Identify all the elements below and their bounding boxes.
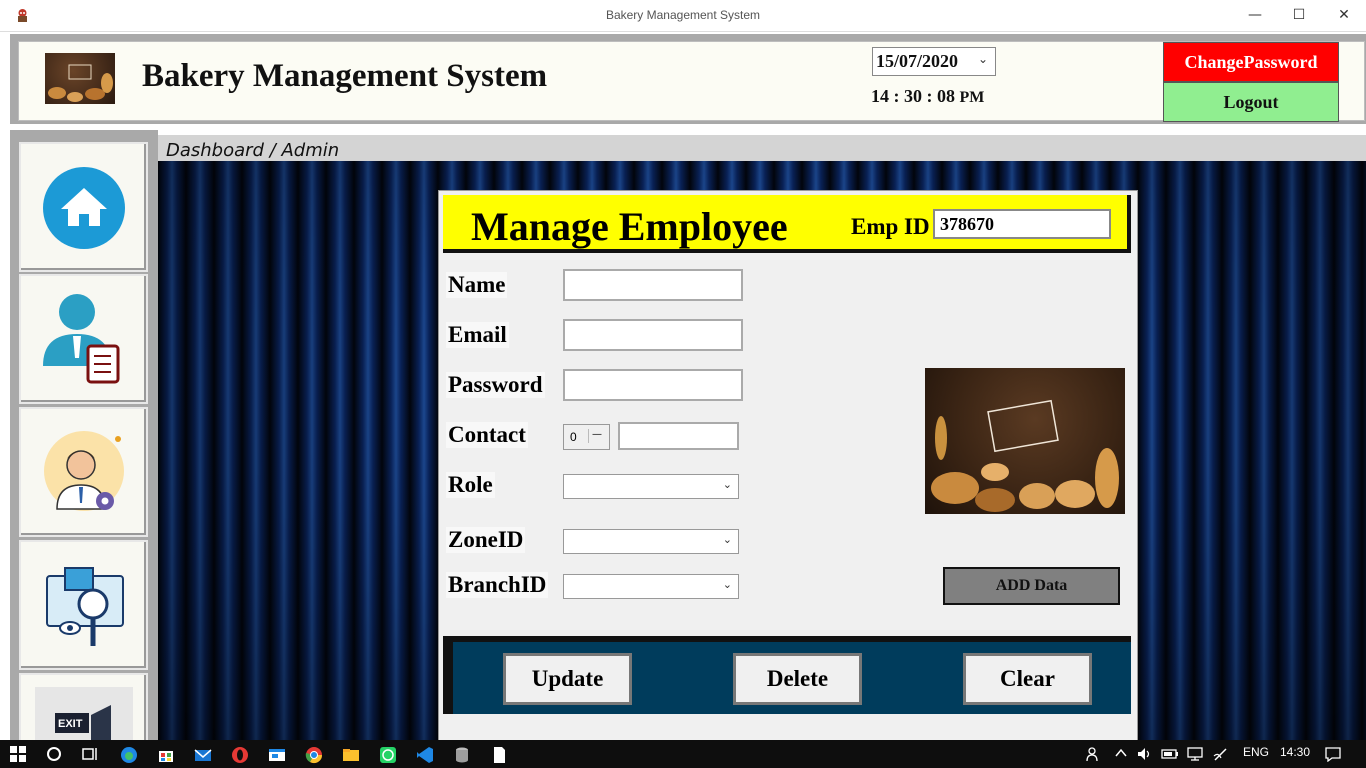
notification-icon[interactable]	[1324, 746, 1342, 766]
volume-icon[interactable]	[1136, 746, 1152, 766]
emp-id-label: Emp ID	[851, 214, 930, 239]
password-field[interactable]	[563, 369, 743, 401]
start-icon[interactable]	[10, 746, 26, 766]
maximize-button[interactable]: ☐	[1276, 0, 1322, 31]
breadcrumb: Dashboard / Admin	[166, 140, 340, 161]
network-icon[interactable]	[1186, 746, 1204, 766]
home-icon	[43, 167, 125, 249]
zone-label: ZoneID	[446, 527, 526, 553]
store-icon[interactable]	[157, 746, 175, 768]
language-indicator[interactable]: ENG	[1243, 745, 1269, 759]
window-titlebar: Bakery Management System — ☐ ✕	[0, 0, 1366, 32]
database-icon[interactable]	[453, 746, 471, 768]
folder-icon[interactable]	[342, 746, 360, 768]
exit-icon: EXIT	[35, 687, 133, 742]
search-icon[interactable]	[46, 746, 62, 766]
email-field[interactable]	[563, 319, 743, 351]
contact-code-stepper[interactable]: 0 —	[563, 424, 610, 450]
task-view-icon[interactable]	[81, 746, 99, 766]
document-icon[interactable]	[490, 746, 508, 768]
name-label: Name	[446, 272, 508, 298]
people-icon[interactable]	[1086, 746, 1102, 766]
edge-icon[interactable]	[120, 746, 138, 768]
email-label: Email	[446, 322, 509, 348]
chevron-down-icon: ⌄	[722, 578, 732, 591]
sidebar-item-employee[interactable]	[19, 274, 148, 404]
delete-button[interactable]: Delete	[733, 653, 862, 705]
sidebar-item-home[interactable]	[19, 142, 148, 272]
mail-icon[interactable]	[194, 746, 212, 768]
emp-id-field[interactable]	[933, 209, 1111, 239]
time-value: 14 : 30 : 08	[871, 86, 955, 106]
exit-label: EXIT	[58, 718, 83, 730]
time-ampm: PM	[959, 89, 985, 106]
chrome-icon[interactable]	[305, 746, 323, 768]
chevron-up-icon[interactable]	[1114, 746, 1128, 764]
app-name: Bakery Management System	[142, 58, 548, 94]
logout-button[interactable]: Logout	[1163, 82, 1339, 122]
change-password-button[interactable]: ChangePassword	[1163, 42, 1339, 82]
chevron-down-icon[interactable]: ⌄	[978, 52, 988, 66]
pen-icon[interactable]	[1212, 746, 1230, 766]
bakery-logo	[45, 53, 115, 104]
breadcrumb-bar	[158, 135, 1366, 161]
name-field[interactable]	[563, 269, 743, 301]
window-title: Bakery Management System	[605, 8, 761, 22]
app-window-icon[interactable]	[268, 746, 286, 768]
taskbar-clock[interactable]: 14:30	[1280, 745, 1310, 759]
password-label: Password	[446, 372, 545, 398]
contact-code-value: 0	[570, 430, 577, 444]
chevron-down-icon: ⌄	[722, 478, 732, 491]
contact-label: Contact	[446, 422, 528, 448]
close-button[interactable]: ✕	[1321, 0, 1366, 31]
clear-button[interactable]: Clear	[963, 653, 1092, 705]
zone-select[interactable]: ⌄	[563, 529, 739, 554]
add-data-button[interactable]: ADD Data	[943, 567, 1120, 605]
inspect-icon	[46, 567, 124, 646]
role-label: Role	[446, 472, 495, 498]
branch-select[interactable]: ⌄	[563, 574, 739, 599]
user-settings-icon	[44, 431, 124, 511]
date-value: 15/07/2020	[876, 51, 959, 71]
vscode-icon[interactable]	[416, 746, 434, 768]
whatsapp-icon[interactable]	[379, 746, 397, 768]
time-display: 14 : 30 : 08 PM	[871, 86, 984, 107]
role-select[interactable]: ⌄	[563, 474, 739, 499]
sidebar-item-user-settings[interactable]	[19, 407, 148, 537]
opera-icon[interactable]	[231, 746, 249, 768]
contact-field[interactable]	[618, 422, 739, 450]
branch-label: BranchID	[446, 572, 549, 598]
minimize-button[interactable]: —	[1232, 0, 1278, 31]
employee-icon	[43, 294, 120, 384]
sidebar-item-inspect[interactable]	[19, 540, 148, 670]
bakery-image	[925, 368, 1125, 514]
panel-title: Manage Employee	[471, 204, 788, 249]
battery-icon[interactable]	[1161, 746, 1179, 766]
stepper-arrow-icon[interactable]: —	[588, 429, 605, 443]
chevron-down-icon: ⌄	[722, 533, 732, 546]
update-button[interactable]: Update	[503, 653, 632, 705]
sidebar-item-exit[interactable]: EXIT	[19, 673, 148, 744]
